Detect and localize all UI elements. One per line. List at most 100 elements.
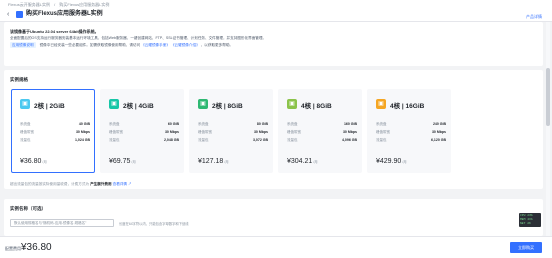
spec-value: 30 Mbps [431,130,446,134]
spec-row-disk: 系统盘 240 GiB [376,122,446,127]
image-description-panel: 该镜像基于Ubuntu 22.04 server 64bit操作系统。 全面配置… [4,22,543,66]
monitor-widget: CPU 23% MEM 41% NET 2K [519,213,541,227]
spec-value: 30 Mbps [342,130,357,134]
scrollbar-thumb[interactable] [546,68,550,126]
traffic-billing-note: 超出流量包的流量按实际使用量收费，计费方式为 产生额外费用 查看详情 ↗ [10,182,132,187]
traffic-billing-text: 超出流量包的流量按实际使用量收费，计费方式为 [10,182,90,186]
image-usage-tag: 应用镜像说明 [10,42,36,48]
price-unit: /月 [402,160,407,164]
spec-card-name: 2核 | 4GiB [123,103,154,110]
server-icon: ▣ [376,99,386,109]
spec-value: 4,096 GB [342,138,357,142]
spec-card[interactable]: ▣ 2核 | 2GiB 系统盘 40 GiB 峰值带宽 30 Mbps 流量包 1,024 G… [11,89,95,173]
spec-card-name: 4核 | 8GiB [301,103,332,110]
spec-card-name: 2核 | 2GiB [34,103,65,110]
config-fee-label: 配置费用: [5,246,23,251]
image-usage-row: 应用镜像说明 镜像中已经安装一些必要组件。如需获取镜像使用帮助，请访问 《云耀镜… [10,42,234,48]
image-usage-text: 镜像中已经安装一些必要组件。如需获取镜像使用帮助，请访问 [39,43,141,47]
traffic-billing-detail-link[interactable]: 查看详情 [113,182,127,186]
spec-label: 流量包 [109,138,120,142]
spec-row-disk: 系统盘 40 GiB [20,122,90,127]
image-manual-link[interactable]: 《云耀镜像手册》 [141,43,170,47]
breadcrumb-item-parent[interactable]: Flexus云开服务器L实例 [8,2,50,7]
spec-label: 系统盘 [376,122,387,126]
spec-label: 流量包 [20,138,31,142]
spec-value: 30 Mbps [253,130,268,134]
traffic-billing-emphasis: 产生额外费用 [90,182,112,186]
spec-value: 2,048 GB [164,138,179,142]
spec-row-traffic: 流量包 2,048 GB [109,138,179,143]
spec-value: 240 GiB [432,122,446,126]
purchase-footer: 配置费用: ¥36.80 立即购买 [0,236,552,258]
page-scrollbar[interactable] [546,22,550,236]
page-title: 购买Flexus应用服务器L实例 [26,11,103,17]
arrow-left-icon[interactable]: ‹ [7,11,9,18]
breadcrumb: Flexus云开服务器L实例 / 购买Flexus应用服务器L实例 [8,2,112,8]
breadcrumb-item-current: 购买Flexus应用服务器L实例 [59,2,110,7]
spec-card-price: ¥127.18/月 [198,158,229,165]
spec-row-disk: 系统盘 80 GiB [198,122,268,127]
spec-row-bandwidth: 峰值带宽 30 Mbps [198,130,268,135]
spec-row-bandwidth: 峰值带宽 30 Mbps [109,130,179,135]
spec-row-disk: 系统盘 160 GiB [287,122,357,127]
instance-name-hint: 长度在64字符以内，只能包含字母数字和下划线 [119,222,189,226]
spec-row-bandwidth: 峰值带宽 30 Mbps [20,130,90,135]
server-icon: ▣ [109,99,119,109]
image-intro-link[interactable]: 《云耀镜像介绍》 [171,43,200,47]
spec-value: 30 Mbps [164,130,179,134]
spec-card[interactable]: ▣ 4核 | 16GiB 系统盘 240 GiB 峰值带宽 30 Mbps 流量包 6,120… [367,89,451,173]
spec-row-bandwidth: 峰值带宽 30 Mbps [376,130,446,135]
price-unit: /月 [42,160,47,164]
spec-row-bandwidth: 峰值带宽 30 Mbps [287,130,357,135]
spec-label: 系统盘 [287,122,298,126]
section-title-spec: 实例规格 [10,77,28,82]
price-unit: /月 [131,160,136,164]
spec-value: 3,072 GB [253,138,268,142]
price-value: ¥429.90 [376,158,402,165]
spec-card[interactable]: ▣ 2核 | 4GiB 系统盘 60 GiB 峰值带宽 30 Mbps 流量包 2,048 G… [100,89,184,173]
image-usage-tail: ，以获取更多帮助。 [200,43,234,47]
spec-value: 80 GiB [256,122,268,126]
spec-label: 流量包 [376,138,387,142]
spec-value: 1,024 GB [75,138,90,142]
buy-now-button[interactable]: 立即购买 [510,242,542,253]
monitor-line: NET 2K [520,222,531,225]
image-description-heading: 该镜像基于Ubuntu 22.04 server 64bit操作系统。 [10,29,99,34]
spec-row-traffic: 流量包 4,096 GB [287,138,357,143]
spec-card-price: ¥69.75/月 [109,158,136,165]
server-icon: ▣ [287,99,297,109]
spec-label: 流量包 [198,138,209,142]
spec-label: 峰值带宽 [198,130,212,134]
config-fee-price: ¥36.80 [21,242,52,253]
spec-row-disk: 系统盘 60 GiB [109,122,179,127]
spec-value: 40 GiB [78,122,90,126]
price-value: ¥127.18 [198,158,224,165]
spec-label: 流量包 [287,138,298,142]
spec-card[interactable]: ▣ 2核 | 8GiB 系统盘 80 GiB 峰值带宽 30 Mbps 流量包 3,072 G… [189,89,273,173]
price-value: ¥69.75 [109,158,131,165]
spec-card[interactable]: ▣ 4核 | 8GiB 系统盘 160 GiB 峰值带宽 30 Mbps 流量包 4,096 … [278,89,362,173]
server-icon: ▣ [20,99,30,109]
spec-label: 峰值带宽 [376,130,390,134]
spec-row-traffic: 流量包 1,024 GB [20,138,90,143]
spec-row-traffic: 流量包 6,120 GB [376,138,446,143]
instance-spec-panel: 实例规格 ▣ 2核 | 2GiB 系统盘 40 GiB 峰值带宽 30 Mbps 流量包 1,… [4,70,543,189]
external-link-icon[interactable]: ↗ [128,182,132,186]
spec-card-name: 4核 | 16GiB [390,103,425,110]
spec-card-price: ¥429.90/月 [376,158,407,165]
section-title-instance-name: 实例名称（可选） [10,206,46,211]
main-content: 该镜像基于Ubuntu 22.04 server 64bit操作系统。 全面配置… [0,22,545,236]
spec-label: 系统盘 [20,122,31,126]
spec-card-price: ¥36.80/月 [20,158,47,165]
spec-label: 系统盘 [109,122,120,126]
price-unit: /月 [313,160,318,164]
image-description-body: 全面配置后的OS支持运行服务器安装基本运行环境工具，包括Web服务器、一键创建网… [10,36,267,40]
spec-card-price: ¥304.21/月 [287,158,318,165]
spec-value: 60 GiB [167,122,179,126]
price-value: ¥304.21 [287,158,313,165]
spec-card-list: ▣ 2核 | 2GiB 系统盘 40 GiB 峰值带宽 30 Mbps 流量包 1,024 G… [11,89,539,177]
spec-value: 30 Mbps [75,130,90,134]
spec-label: 峰值带宽 [20,130,34,134]
product-detail-link[interactable]: 产品详情 [526,14,542,20]
instance-name-input[interactable] [10,219,114,227]
